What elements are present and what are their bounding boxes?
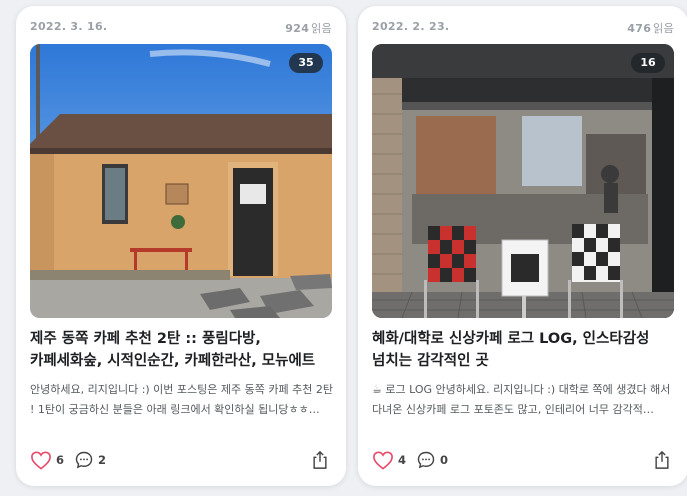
like-button[interactable]: 4 — [372, 448, 406, 472]
post-excerpt: ☕ 로그 LOG 안녕하세요. 리지입니다 :) 대학로 쪽에 생겼다 해서 다… — [372, 383, 671, 416]
like-count: 6 — [56, 453, 65, 467]
like-button[interactable]: 6 — [30, 448, 64, 472]
post-card[interactable]: 2022. 2. 23. 476 읽음 16 혜화/대학로 신상카페 로그 LO… — [358, 6, 687, 486]
view-count-value: 476 — [627, 22, 652, 35]
share-button[interactable] — [308, 448, 332, 472]
comment-bubble-icon — [75, 451, 93, 469]
view-count-unit: 읽음 — [653, 22, 674, 35]
heart-icon — [31, 451, 51, 470]
like-count: 4 — [398, 453, 407, 467]
post-card[interactable]: 2022. 3. 16. 924 읽음 35 제주 동쪽 카페 추천 2탄::… — [16, 6, 346, 486]
post-meta: 2022. 2. 23. 476 읽음 — [372, 20, 674, 36]
comment-bubble-icon — [417, 451, 435, 469]
post-thumbnail[interactable]: 16 — [372, 44, 674, 318]
cafe-storefront-photo — [372, 44, 674, 318]
comment-button[interactable]: 2 — [74, 448, 106, 472]
cafe-exterior-photo — [30, 44, 332, 318]
comment-count: 0 — [440, 453, 449, 467]
heart-icon — [373, 451, 393, 470]
post-meta: 2022. 3. 16. 924 읽음 — [30, 20, 332, 36]
view-count: 476 읽음 — [627, 20, 674, 36]
post-actions: 6 2 — [30, 448, 332, 472]
photo-count-badge: 16 — [631, 53, 665, 73]
view-count: 924 읽음 — [285, 20, 332, 36]
post-date: 2022. 3. 16. — [30, 20, 108, 33]
post-title[interactable]: 제주 동쪽 카페 추천 2탄 :: 풍림다방, 카페세화숲, 시적인순간, 카페… — [30, 328, 334, 372]
view-count-value: 924 — [285, 22, 310, 35]
post-title[interactable]: 혜화/대학로 신상카페 로그 LOG, 인스타감성 넘치는 감각적인 곳 — [372, 328, 676, 372]
comment-button[interactable]: 0 — [416, 448, 448, 472]
post-date: 2022. 2. 23. — [372, 20, 450, 33]
comment-count: 2 — [98, 453, 107, 467]
post-actions: 4 0 — [372, 448, 674, 472]
post-excerpt: 안녕하세요, 리지입니다 :) 이번 포스팅은 제주 동쪽 카페 추천 2탄 !… — [30, 383, 333, 416]
post-thumbnail[interactable]: 35 — [30, 44, 332, 318]
share-icon — [655, 450, 669, 469]
photo-count-badge: 35 — [289, 53, 323, 73]
view-count-unit: 읽음 — [311, 22, 332, 35]
share-button[interactable] — [650, 448, 674, 472]
share-icon — [313, 450, 327, 469]
